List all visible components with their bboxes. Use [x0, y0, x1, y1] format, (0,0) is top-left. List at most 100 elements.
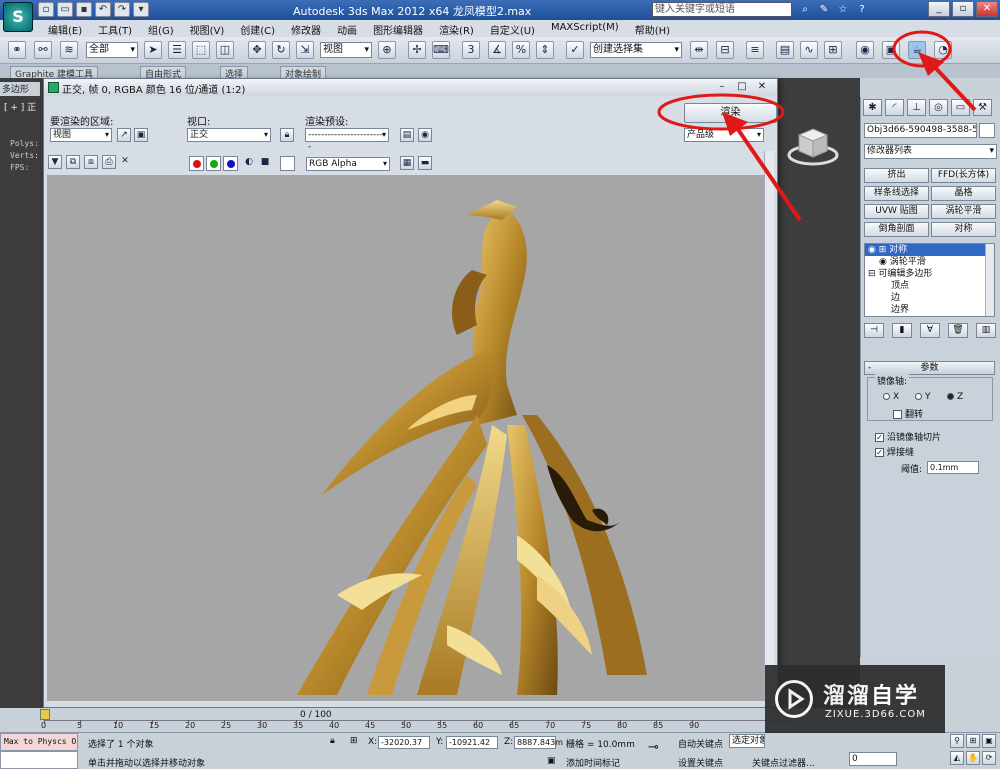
material-editor-icon[interactable]: ◉	[856, 41, 874, 59]
threshold-spinner[interactable]: 0.1mm	[927, 461, 979, 474]
render-setup-icon[interactable]: ▣	[882, 41, 900, 59]
manipulate-icon[interactable]: ✢	[408, 41, 426, 59]
rotate-icon[interactable]: ↻	[272, 41, 290, 59]
time-tag-icon[interactable]: ▣	[547, 756, 556, 766]
menu-maxscript[interactable]: MAXScript(M)	[543, 20, 627, 37]
selected-dropdown[interactable]: 选定对象	[729, 734, 765, 748]
mod-button-turbosmooth[interactable]: 涡轮平滑	[931, 204, 996, 219]
save-icon[interactable]: ▪	[76, 2, 92, 17]
render-vertical-scrollbar[interactable]	[764, 151, 774, 701]
time-slider[interactable]	[40, 709, 50, 720]
blue-channel-button[interactable]	[223, 156, 238, 171]
add-time-tag[interactable]: 添加时间标记	[566, 756, 620, 769]
axis-y-radio[interactable]: Y	[915, 392, 931, 402]
clear-icon[interactable]: ✕	[118, 155, 132, 169]
menu-view[interactable]: 视图(V)	[182, 20, 233, 37]
orbit-icon[interactable]: ⟳	[982, 751, 996, 765]
viewport-dropdown[interactable]: 正交	[187, 128, 271, 142]
toggle-ui-overlay-icon[interactable]: ▦	[400, 156, 414, 170]
key-filters-button[interactable]: 关键点过滤器...	[752, 756, 815, 769]
show-end-result-icon[interactable]: ▮	[892, 323, 912, 338]
mod-button-spline-select[interactable]: 样条线选择	[864, 186, 929, 201]
open-file-icon[interactable]: ▭	[57, 2, 73, 17]
swatch-white[interactable]	[280, 156, 295, 171]
remove-modifier-icon[interactable]: 🗑︎	[948, 323, 968, 338]
reference-coord-dropdown[interactable]: 视图	[320, 42, 372, 58]
render-production-icon[interactable]: ◔	[934, 41, 952, 59]
maxscript-listener[interactable]: Max to Physcs O	[0, 733, 78, 751]
stack-item-turbosmooth[interactable]: ◉ 涡轮平滑	[865, 256, 994, 268]
configure-sets-icon[interactable]: ▥	[976, 323, 996, 338]
stack-item-border[interactable]: 边界	[865, 304, 994, 316]
redo-icon[interactable]: ↷	[114, 2, 130, 17]
select-object-icon[interactable]: ➤	[144, 41, 162, 59]
axis-x-radio[interactable]: X	[883, 392, 899, 402]
mod-button-lattice[interactable]: 晶格	[931, 186, 996, 201]
maximize-button[interactable]: ▫	[952, 1, 974, 17]
rw-minimize-button[interactable]: –	[713, 80, 731, 94]
green-channel-button[interactable]	[206, 156, 221, 171]
pin-stack-icon[interactable]: ⊣	[864, 323, 884, 338]
mod-button-bevel-profile[interactable]: 倒角剖面	[864, 222, 929, 237]
copy-image-icon[interactable]: ⧉	[66, 155, 80, 169]
stack-item-symmetry[interactable]: ◉ ⊞ 对称	[865, 244, 994, 256]
utilities-tab-icon[interactable]: ⚒	[973, 99, 992, 116]
lock-icon[interactable]: 🔒︎	[280, 128, 294, 142]
stack-item-editable-poly[interactable]: ⊟ 可编辑多边形	[865, 268, 994, 280]
menu-help[interactable]: 帮助(H)	[627, 20, 678, 37]
spinner-snap-icon[interactable]: ⇕	[536, 41, 554, 59]
fov-icon[interactable]: ◭	[950, 751, 964, 765]
align-icon[interactable]: ⊟	[716, 41, 734, 59]
mod-button-uvw-map[interactable]: UVW 贴图	[864, 204, 929, 219]
motion-tab-icon[interactable]: ◎	[929, 99, 948, 116]
x-coord-field[interactable]: -32020.37	[378, 736, 430, 749]
ribbon-polygon-label[interactable]: 多边形	[0, 82, 40, 96]
weld-seam-checkbox[interactable]: ✓ 焊接缝	[875, 445, 914, 458]
make-unique-icon[interactable]: ∀	[920, 323, 940, 338]
keyboard-shortcut-icon[interactable]: ⌨	[432, 41, 450, 59]
mod-button-ffd-box[interactable]: FFD(长方体)	[931, 168, 996, 183]
pan-icon[interactable]: ✋	[966, 751, 980, 765]
create-tab-icon[interactable]: ✱	[863, 99, 882, 116]
rect-selection-icon[interactable]: ⬚	[192, 41, 210, 59]
y-coord-field[interactable]: -10921.42	[446, 736, 498, 749]
object-color-swatch[interactable]	[979, 123, 995, 138]
more-icon[interactable]: ▾	[133, 2, 149, 17]
axis-z-radio[interactable]: Z	[947, 392, 963, 402]
selection-lock-icon[interactable]: 🔒︎	[330, 736, 335, 746]
render-preset-dropdown[interactable]: -------------------------	[305, 128, 389, 152]
pivot-center-icon[interactable]: ⊕	[378, 41, 396, 59]
absolute-mode-icon[interactable]: ⊞	[350, 736, 358, 746]
menu-edit[interactable]: 编辑(E)	[40, 20, 90, 37]
graphite-toggle-icon[interactable]: ▤	[776, 41, 794, 59]
wrench-icon[interactable]: ✎	[816, 2, 832, 17]
mod-button-extrude[interactable]: 挤出	[864, 168, 929, 183]
toggle-ui-icon[interactable]: ▬	[418, 156, 432, 170]
key-icon[interactable]: ⊸	[648, 740, 659, 755]
rw-close-button[interactable]: ✕	[753, 80, 771, 94]
menu-animation[interactable]: 动画	[329, 20, 365, 37]
curve-editor-icon[interactable]: ∿	[800, 41, 818, 59]
save-image-icon[interactable]: ▼	[48, 155, 62, 169]
menu-customize[interactable]: 自定义(U)	[482, 20, 543, 37]
ribbon-tab-selection[interactable]: 选择	[220, 66, 249, 80]
monochrome-icon[interactable]: ■	[258, 156, 272, 170]
view-cube[interactable]	[787, 125, 839, 167]
selection-filter-dropdown[interactable]: 全部	[86, 42, 138, 58]
schematic-view-icon[interactable]: ⊞	[824, 41, 842, 59]
rendered-frame-window-icon[interactable]: ☕	[908, 41, 926, 59]
menu-tools[interactable]: 工具(T)	[90, 20, 140, 37]
auto-region-icon[interactable]: ▣	[134, 128, 148, 142]
area-to-render-dropdown[interactable]: 视图	[50, 128, 112, 142]
channel-display-dropdown[interactable]: RGB Alpha	[306, 157, 390, 171]
set-key-button[interactable]: 设置关键点	[678, 756, 723, 769]
ribbon-tab-freeform[interactable]: 自由形式	[140, 66, 187, 80]
menu-rendering[interactable]: 渲染(R)	[431, 20, 482, 37]
select-by-name-icon[interactable]: ☰	[168, 41, 186, 59]
rw-maximize-button[interactable]: □	[733, 80, 751, 94]
current-frame-field[interactable]: 0	[849, 752, 897, 766]
minimize-button[interactable]: _	[928, 1, 950, 17]
menu-modifiers[interactable]: 修改器	[283, 20, 329, 37]
clone-window-icon[interactable]: ⧈	[84, 155, 98, 169]
parameters-rollout-header[interactable]: - 参数	[864, 361, 995, 375]
